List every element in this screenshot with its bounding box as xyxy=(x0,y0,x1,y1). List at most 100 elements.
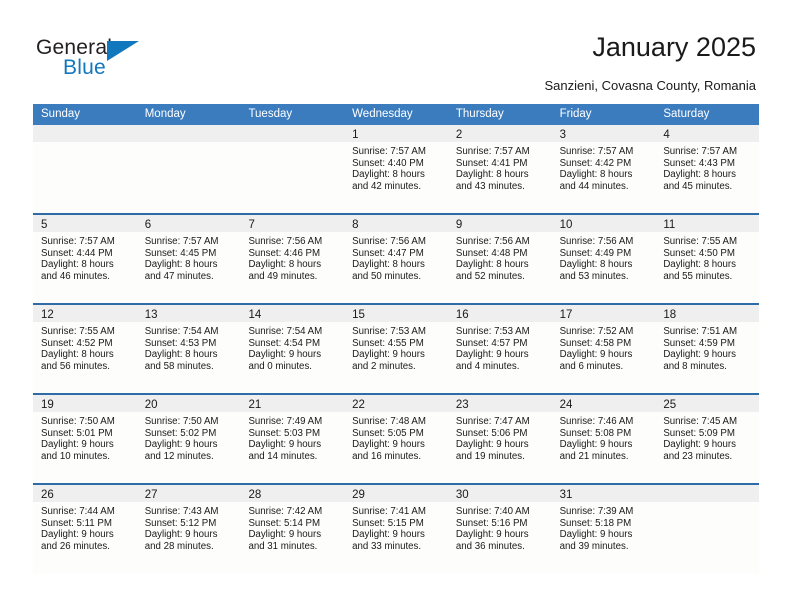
sunset-text: Sunset: 5:14 PM xyxy=(248,517,321,529)
day-details: Sunrise: 7:57 AM Sunset: 4:40 PM Daylight:… xyxy=(344,142,448,192)
calendar-day-cell[interactable]: 14 Sunrise: 7:54 AM Sunset: 4:54 PM Dayligh… xyxy=(240,305,345,393)
calendar-day-cell[interactable]: 30 Sunrise: 7:40 AM Sunset: 5:16 PM Dayligh… xyxy=(447,485,552,573)
day-details: Sunrise: 7:55 AM Sunset: 4:52 PM Daylight:… xyxy=(33,322,137,372)
daylight-text-line2: and 26 minutes. xyxy=(41,540,110,552)
day-number: 13 xyxy=(144,309,158,321)
brand-logo[interactable]: General Blue xyxy=(36,36,236,84)
calendar-day-cell[interactable]: 15 Sunrise: 7:53 AM Sunset: 4:55 PM Dayligh… xyxy=(344,305,448,393)
calendar-day-cell[interactable]: 27 Sunrise: 7:43 AM Sunset: 5:12 PM Dayligh… xyxy=(136,485,241,573)
sunset-text: Sunset: 5:02 PM xyxy=(144,427,217,439)
calendar-day-cell[interactable]: 23 Sunrise: 7:47 AM Sunset: 5:06 PM Dayligh… xyxy=(447,395,552,483)
sunset-text: Sunset: 5:09 PM xyxy=(663,427,735,439)
day-details: Sunrise: 7:53 AM Sunset: 4:57 PM Daylight:… xyxy=(448,322,552,372)
day-details: Sunrise: 7:44 AM Sunset: 5:11 PM Daylight:… xyxy=(33,502,137,552)
daylight-text-line2: and 0 minutes. xyxy=(248,360,312,372)
day-number-band: 2 xyxy=(447,125,552,142)
calendar-day-cell[interactable]: 16 Sunrise: 7:53 AM Sunset: 4:57 PM Dayligh… xyxy=(447,305,552,393)
calendar-day-cell[interactable]: 25 Sunrise: 7:45 AM Sunset: 5:09 PM Dayligh… xyxy=(655,395,760,483)
sunrise-text: Sunrise: 7:56 AM xyxy=(559,236,634,247)
day-number-band: 10 xyxy=(551,215,656,232)
sunset-text: Sunset: 5:05 PM xyxy=(352,427,424,439)
calendar-day-cell[interactable]: 4 Sunrise: 7:57 AM Sunset: 4:43 PM Daylight… xyxy=(655,125,760,213)
brand-name-blue: Blue xyxy=(63,56,106,79)
sunrise-text: Sunrise: 7:49 AM xyxy=(248,416,323,427)
sunrise-text: Sunrise: 7:57 AM xyxy=(144,236,219,247)
day-number-band: 6 xyxy=(136,215,241,232)
day-number-band: 19 xyxy=(33,395,137,412)
daylight-text-line1: Daylight: 9 hours xyxy=(41,529,114,541)
daylight-text-line1: Daylight: 9 hours xyxy=(559,439,633,451)
day-number-band: 15 xyxy=(344,305,448,322)
day-details: Sunrise: 7:53 AM Sunset: 4:55 PM Daylight:… xyxy=(344,322,448,372)
day-details: Sunrise: 7:45 AM Sunset: 5:09 PM Daylight:… xyxy=(655,412,759,462)
day-number: 28 xyxy=(248,489,262,501)
calendar-day-cell[interactable]: 18 Sunrise: 7:51 AM Sunset: 4:59 PM Dayligh… xyxy=(655,305,760,393)
daylight-text-line1: Daylight: 8 hours xyxy=(663,259,737,271)
calendar-day-cell[interactable]: 21 Sunrise: 7:49 AM Sunset: 5:03 PM Dayligh… xyxy=(240,395,345,483)
daylight-text-line1: Daylight: 9 hours xyxy=(144,439,218,451)
daylight-text-line2: and 50 minutes. xyxy=(352,270,422,282)
day-number: 3 xyxy=(559,129,566,141)
sunset-text: Sunset: 4:48 PM xyxy=(455,247,528,259)
daylight-text-line1: Daylight: 8 hours xyxy=(248,259,322,271)
day-number: 2 xyxy=(455,129,463,141)
daylight-text-line2: and 52 minutes. xyxy=(455,270,525,282)
day-number-band: 11 xyxy=(655,215,760,232)
daylight-text-line2: and 12 minutes. xyxy=(144,450,214,462)
calendar-day-cell[interactable]: 5 Sunrise: 7:57 AM Sunset: 4:44 PM Daylight… xyxy=(33,215,137,303)
calendar-day-cell[interactable]: 24 Sunrise: 7:46 AM Sunset: 5:08 PM Dayligh… xyxy=(551,395,656,483)
day-number-band xyxy=(655,485,760,502)
daylight-text-line1: Daylight: 8 hours xyxy=(41,259,114,271)
calendar-day-cell[interactable]: 9 Sunrise: 7:56 AM Sunset: 4:48 PM Daylight… xyxy=(447,215,552,303)
calendar-page: General Blue January 2025 Sanzieni, Cova… xyxy=(0,0,792,612)
daylight-text-line2: and 14 minutes. xyxy=(248,450,318,462)
calendar-day-cell[interactable]: 6 Sunrise: 7:57 AM Sunset: 4:45 PM Daylight… xyxy=(136,215,241,303)
daylight-text-line2: and 36 minutes. xyxy=(455,540,525,552)
calendar-day-cell[interactable]: 29 Sunrise: 7:41 AM Sunset: 5:15 PM Dayligh… xyxy=(344,485,448,573)
day-details: Sunrise: 7:57 AM Sunset: 4:41 PM Daylight:… xyxy=(448,142,552,192)
calendar-day-cell[interactable]: 8 Sunrise: 7:56 AM Sunset: 4:47 PM Daylight… xyxy=(344,215,448,303)
daylight-text-line1: Daylight: 9 hours xyxy=(41,439,114,451)
daylight-text-line2: and 10 minutes. xyxy=(41,450,110,462)
sunset-text: Sunset: 4:57 PM xyxy=(455,337,528,349)
day-number: 1 xyxy=(352,129,359,141)
daylight-text-line2: and 16 minutes. xyxy=(352,450,422,462)
calendar-day-cell[interactable]: 3 Sunrise: 7:57 AM Sunset: 4:42 PM Daylight… xyxy=(551,125,656,213)
calendar-weeks: 1 Sunrise: 7:57 AM Sunset: 4:40 PM Daylight… xyxy=(33,125,760,573)
calendar-day-cell[interactable]: 19 Sunrise: 7:50 AM Sunset: 5:01 PM Dayligh… xyxy=(33,395,137,483)
day-number: 4 xyxy=(663,129,670,141)
sunrise-text: Sunrise: 7:42 AM xyxy=(248,506,323,517)
calendar-day-cell[interactable]: 28 Sunrise: 7:42 AM Sunset: 5:14 PM Dayligh… xyxy=(240,485,345,573)
day-number-band: 29 xyxy=(344,485,448,502)
day-number-band: 30 xyxy=(447,485,552,502)
sunrise-text: Sunrise: 7:55 AM xyxy=(663,236,738,247)
sunset-text: Sunset: 5:03 PM xyxy=(248,427,321,439)
sunrise-text: Sunrise: 7:45 AM xyxy=(663,416,738,427)
calendar-day-cell[interactable]: 10 Sunrise: 7:56 AM Sunset: 4:49 PM Dayligh… xyxy=(551,215,656,303)
calendar-day-cell[interactable]: 20 Sunrise: 7:50 AM Sunset: 5:02 PM Dayligh… xyxy=(136,395,241,483)
daylight-text-line1: Daylight: 9 hours xyxy=(663,349,737,361)
calendar-day-cell[interactable]: 1 Sunrise: 7:57 AM Sunset: 4:40 PM Daylight… xyxy=(344,125,448,213)
calendar-day-cell[interactable]: 2 Sunrise: 7:57 AM Sunset: 4:41 PM Daylight… xyxy=(447,125,552,213)
calendar-day-cell[interactable]: 7 Sunrise: 7:56 AM Sunset: 4:46 PM Daylight… xyxy=(240,215,345,303)
sunrise-text: Sunrise: 7:41 AM xyxy=(352,506,426,517)
day-details: Sunrise: 7:41 AM Sunset: 5:15 PM Daylight:… xyxy=(344,502,448,552)
day-number-band: 14 xyxy=(240,305,345,322)
sunrise-text: Sunrise: 7:53 AM xyxy=(352,326,426,337)
calendar-day-cell[interactable]: 13 Sunrise: 7:54 AM Sunset: 4:53 PM Dayligh… xyxy=(136,305,241,393)
day-number-band xyxy=(33,125,137,142)
calendar-day-cell[interactable]: 17 Sunrise: 7:52 AM Sunset: 4:58 PM Dayligh… xyxy=(551,305,656,393)
calendar-day-cell[interactable]: 31 Sunrise: 7:39 AM Sunset: 5:18 PM Dayligh… xyxy=(551,485,656,573)
weekday-header-thursday: Thursday xyxy=(455,108,504,120)
day-number: 23 xyxy=(455,399,469,411)
day-details: Sunrise: 7:49 AM Sunset: 5:03 PM Daylight:… xyxy=(240,412,344,462)
calendar-day-cell[interactable]: 22 Sunrise: 7:48 AM Sunset: 5:05 PM Dayligh… xyxy=(344,395,448,483)
calendar-day-cell[interactable]: 26 Sunrise: 7:44 AM Sunset: 5:11 PM Dayligh… xyxy=(33,485,137,573)
daylight-text-line1: Daylight: 9 hours xyxy=(663,439,737,451)
daylight-text-line2: and 19 minutes. xyxy=(455,450,525,462)
sunrise-text: Sunrise: 7:54 AM xyxy=(248,326,323,337)
sunset-text: Sunset: 4:55 PM xyxy=(352,337,424,349)
calendar-day-cell[interactable]: 11 Sunrise: 7:55 AM Sunset: 4:50 PM Dayligh… xyxy=(655,215,760,303)
sunrise-text: Sunrise: 7:57 AM xyxy=(559,146,634,157)
calendar-day-cell[interactable]: 12 Sunrise: 7:55 AM Sunset: 4:52 PM Dayligh… xyxy=(33,305,137,393)
